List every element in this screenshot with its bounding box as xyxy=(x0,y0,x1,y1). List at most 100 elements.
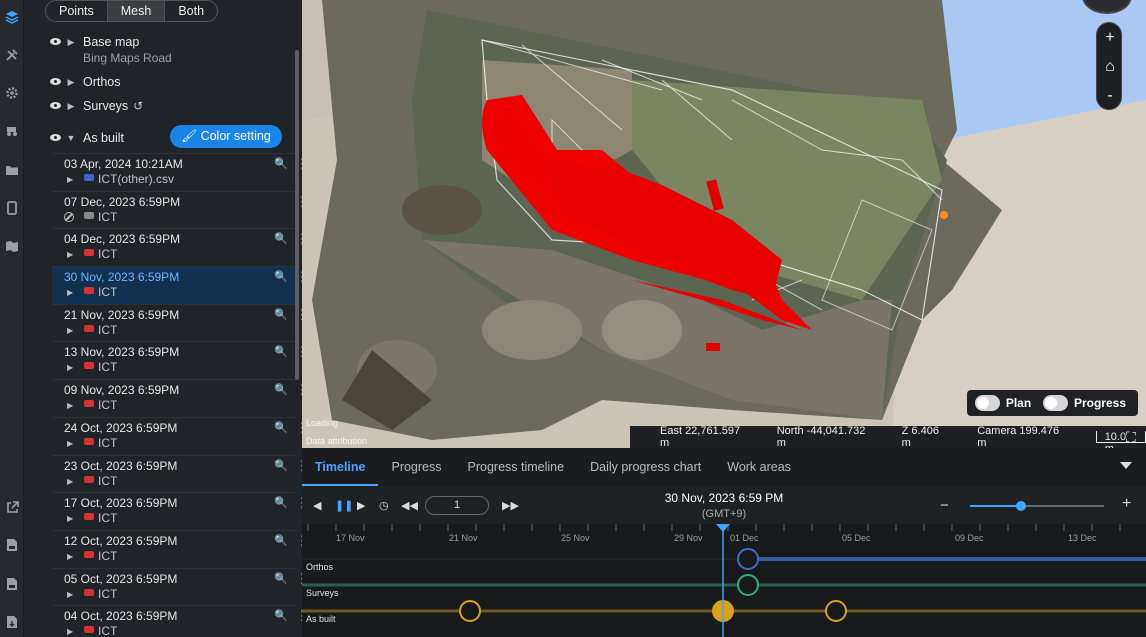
zoom-to-search-icon[interactable]: 🔍 xyxy=(274,383,288,396)
expand-caret-icon[interactable]: ▶ xyxy=(67,439,73,448)
timeline-zoom-out-button[interactable]: − xyxy=(940,497,949,514)
visibility-eye-icon[interactable] xyxy=(49,101,63,111)
view-mode-selector: Points Mesh Both xyxy=(45,0,219,22)
survey-date: 24 Oct, 2023 6:59PM xyxy=(64,420,178,435)
csv-export-icon[interactable] xyxy=(3,536,21,554)
panel-scrollbar[interactable] xyxy=(295,50,299,380)
survey-item[interactable]: 23 Oct, 2023 6:59PM▶ICT🔍⋮ xyxy=(52,454,302,493)
folder-icon[interactable] xyxy=(3,161,21,179)
machine-type-icon xyxy=(84,588,94,596)
expand-caret-icon[interactable]: ▶ xyxy=(67,326,73,335)
survey-item[interactable]: 17 Oct, 2023 6:59PM▶ICT🔍⋮ xyxy=(52,492,302,530)
layers-icon[interactable] xyxy=(3,8,21,26)
survey-date: 17 Oct, 2023 6:59PM xyxy=(64,496,178,511)
bottom-tab-bar: Timeline Progress Progress timeline Dail… xyxy=(302,448,1146,486)
visibility-eye-icon[interactable] xyxy=(49,37,63,47)
machine-type-icon xyxy=(84,174,94,181)
view-mode-mesh[interactable]: Mesh xyxy=(107,1,166,21)
map-icon[interactable] xyxy=(3,237,21,255)
history-icon[interactable]: ↺ xyxy=(133,99,143,113)
layer-base-map[interactable]: ▶ Base map Bing Maps Road xyxy=(49,35,172,65)
zoom-to-search-icon[interactable]: 🔍 xyxy=(274,421,288,434)
progress-toggle[interactable] xyxy=(1043,395,1068,411)
expand-caret-icon[interactable]: ▶ xyxy=(67,514,73,523)
zoom-to-search-icon[interactable]: 🔍 xyxy=(274,609,288,622)
expand-caret-icon[interactable]: ▶ xyxy=(65,101,77,112)
surveys-marker xyxy=(737,574,759,596)
tab-timeline[interactable]: Timeline xyxy=(302,448,379,486)
survey-item[interactable]: 04 Dec, 2023 6:59PM▶ICT🔍⋮ xyxy=(52,228,302,266)
view-mode-points[interactable]: Points xyxy=(46,1,108,21)
collapse-caret-icon[interactable]: ▼ xyxy=(65,133,77,143)
tools-icon[interactable] xyxy=(3,46,21,64)
zoom-to-search-icon[interactable]: 🔍 xyxy=(274,534,288,547)
zoom-to-search-icon[interactable]: 🔍 xyxy=(274,345,288,358)
survey-item[interactable]: 13 Nov, 2023 6:59PM▶ICT🔍⋮ xyxy=(52,341,302,379)
zoom-to-search-icon[interactable]: 🔍 xyxy=(274,459,288,472)
machine-type-icon xyxy=(84,287,94,295)
survey-item[interactable]: 12 Oct, 2023 6:59PM▶ICT🔍⋮ xyxy=(52,529,302,568)
survey-item[interactable]: 30 Nov, 2023 6:59PM▶ICT🔍⋮ xyxy=(52,266,302,304)
expand-caret-icon[interactable]: ▶ xyxy=(67,627,73,636)
view-mode-both[interactable]: Both xyxy=(165,1,217,21)
tab-progress-timeline[interactable]: Progress timeline xyxy=(455,448,578,486)
color-setting-button[interactable]: 🖌 Color setting xyxy=(170,125,282,148)
map-zoom-control: + ⌂ - xyxy=(1096,22,1122,110)
expand-caret-icon[interactable]: ▶ xyxy=(65,77,77,88)
tab-progress[interactable]: Progress xyxy=(378,448,454,486)
fullscreen-icon[interactable]: ⛶ xyxy=(1126,429,1142,445)
expand-caret-icon[interactable]: ▶ xyxy=(67,363,73,372)
expand-caret-icon[interactable]: ▶ xyxy=(67,590,73,599)
layer-as-built[interactable]: ▼ As built xyxy=(49,131,124,145)
layer-panel: Points Mesh Both ▶ Base map Bing Maps Roa… xyxy=(25,0,302,637)
collapse-panel-chevron-icon[interactable] xyxy=(1120,462,1132,469)
slider-thumb[interactable] xyxy=(1015,501,1026,511)
tab-work-areas[interactable]: Work areas xyxy=(714,448,804,486)
zoom-to-search-icon[interactable]: 🔍 xyxy=(274,270,288,283)
survey-name: ICT xyxy=(98,398,118,413)
expand-caret-icon[interactable]: ▶ xyxy=(65,37,77,48)
plan-toggle[interactable] xyxy=(975,395,1000,411)
zoom-to-search-icon[interactable]: 🔍 xyxy=(274,572,288,585)
survey-item[interactable]: 21 Nov, 2023 6:59PM▶ICT🔍⋮ xyxy=(52,303,302,342)
external-link-icon[interactable] xyxy=(3,498,21,516)
zoom-out-button[interactable]: - xyxy=(1097,81,1123,110)
home-view-icon[interactable]: ⌂ xyxy=(1097,52,1123,81)
survey-date: 21 Nov, 2023 6:59PM xyxy=(64,307,180,322)
device-icon[interactable] xyxy=(3,199,21,217)
survey-item[interactable]: 24 Oct, 2023 6:59PM▶ICT🔍⋮ xyxy=(52,416,302,455)
pdf-export-icon[interactable] xyxy=(3,575,21,593)
survey-name: ICT xyxy=(98,473,118,488)
expand-caret-icon[interactable]: ▶ xyxy=(67,477,73,486)
visibility-eye-icon[interactable] xyxy=(49,77,63,87)
zoom-to-search-icon[interactable]: 🔍 xyxy=(274,157,288,170)
layer-label: Orthos xyxy=(83,75,121,89)
zoom-in-button[interactable]: + xyxy=(1097,23,1123,52)
expand-caret-icon[interactable]: ▶ xyxy=(67,401,73,410)
map-viewport[interactable]: + ⌂ - Plan Progress Loading Data attribu… xyxy=(302,0,1146,448)
expand-caret-icon[interactable]: ▶ xyxy=(67,288,73,297)
survey-item[interactable]: 09 Nov, 2023 6:59PM▶ICT🔍⋮ xyxy=(52,379,302,417)
survey-item[interactable]: 07 Dec, 2023 6:59PMICT⋮ xyxy=(52,190,302,229)
zoom-to-search-icon[interactable]: 🔍 xyxy=(274,308,288,321)
tab-daily-progress-chart[interactable]: Daily progress chart xyxy=(577,448,714,486)
expand-caret-icon[interactable]: ▶ xyxy=(67,250,73,259)
survey-item[interactable]: 04 Oct, 2023 6:59PM▶ICT🔍⋮ xyxy=(52,605,302,637)
machine-icon[interactable] xyxy=(3,122,21,140)
timeline-zoom-in-button[interactable]: + xyxy=(1122,495,1131,513)
expand-caret-icon[interactable]: ▶ xyxy=(67,175,73,184)
survey-item[interactable]: 05 Oct, 2023 6:59PM▶ICT🔍⋮ xyxy=(52,567,302,606)
data-attribution-link[interactable]: Data attribution xyxy=(306,436,367,446)
visibility-eye-icon[interactable] xyxy=(49,133,63,143)
zoom-to-search-icon[interactable]: 🔍 xyxy=(274,496,288,509)
zoom-to-search-icon[interactable]: 🔍 xyxy=(274,232,288,245)
survey-item[interactable]: 03 Apr, 2024 10:21AM▶ICT(other).csv🔍⋮ xyxy=(52,153,302,191)
layer-surveys[interactable]: ▶ Surveys ↺ xyxy=(49,99,143,113)
timeline-zoom-slider[interactable] xyxy=(970,501,1104,511)
settings-gear-icon[interactable] xyxy=(3,84,21,102)
file-download-icon[interactable] xyxy=(3,613,21,631)
timeline-tracks[interactable]: 17 Nov 21 Nov 25 Nov 29 Nov 01 Dec 05 Dec 09 D… xyxy=(302,524,1146,637)
survey-name: ICT xyxy=(98,548,118,563)
layer-orthos[interactable]: ▶ Orthos xyxy=(49,75,121,89)
expand-caret-icon[interactable]: ▶ xyxy=(67,552,73,561)
